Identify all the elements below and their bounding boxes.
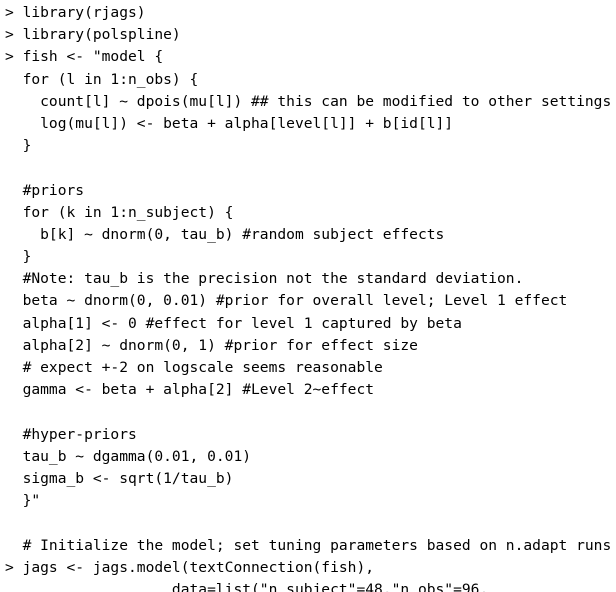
console-line: log(mu[l]) <- beta + alpha[level[l]] + b… — [5, 114, 454, 132]
console-line: count[l] ~ dpois(mu[l]) ## this can be m… — [5, 92, 612, 110]
console-line: > library(rjags) — [5, 4, 146, 21]
console-line: } — [5, 137, 32, 155]
console-line: # Initialize the model; set tuning param… — [5, 536, 612, 554]
console-line: tau_b ~ dgamma(0.01, 0.01) — [5, 447, 252, 465]
console-line: }" — [5, 492, 41, 510]
console-line: #Note: tau_b is the precision not the st… — [5, 270, 524, 288]
console-line: for (k in 1:n_subject) { — [5, 203, 234, 221]
console-line: data=list("n_subject"=48,"n_obs"=96, — [5, 580, 489, 592]
r-console-transcript[interactable]: > library(rjags) > library(polspline) > fi… — [0, 0, 616, 592]
console-line: #hyper-priors — [5, 425, 137, 443]
console-line: > fish <- "model { — [5, 48, 164, 66]
console-line: > library(polspline) — [5, 26, 181, 44]
console-line: #priors — [5, 181, 85, 199]
console-line: } — [5, 248, 32, 266]
console-line: b[k] ~ dnorm(0, tau_b) #random subject e… — [5, 225, 445, 243]
console-line: # expect +-2 on logscale seems reasonabl… — [5, 359, 383, 376]
console-line: > jags <- jags.model(textConnection(fish… — [5, 558, 375, 576]
console-line: alpha[2] ~ dnorm(0, 1) #prior for effect… — [5, 336, 418, 354]
console-line: alpha[1] <- 0 #effect for level 1 captur… — [5, 314, 462, 332]
console-line: beta ~ dnorm(0, 0.01) #prior for overall… — [5, 292, 568, 310]
console-line: for (l in 1:n_obs) { — [5, 70, 199, 88]
console-line: sigma_b <- sqrt(1/tau_b) — [5, 469, 234, 487]
console-line: gamma <- beta + alpha[2] #Level 2~effect — [5, 381, 375, 399]
